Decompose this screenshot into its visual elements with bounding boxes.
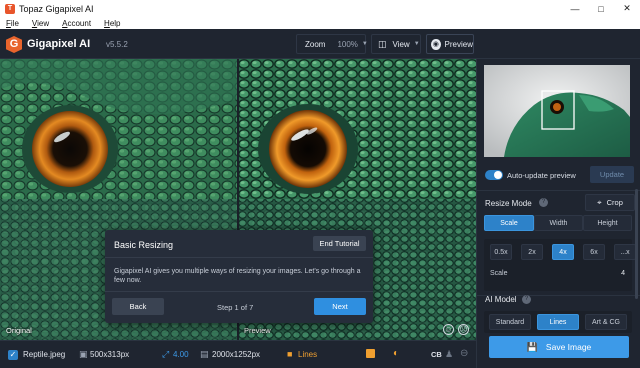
- auto-update-toggle[interactable]: [485, 170, 503, 180]
- tab-height[interactable]: Height: [583, 215, 632, 231]
- status-bar: ✓ Reptile.jpeg ▣ 500x313px ⤢ 4.00 ▤ 2000…: [0, 340, 476, 368]
- scale-option-0-5x[interactable]: 0.5x: [490, 244, 512, 260]
- file-name: Reptile.jpeg: [23, 350, 66, 359]
- scale-icon: ⤢: [162, 349, 170, 359]
- file-checkbox[interactable]: ✓: [8, 350, 18, 360]
- gigapixel-logo-icon: G: [6, 36, 22, 53]
- output-size-icon: ▤: [200, 349, 209, 359]
- view-label: View: [392, 39, 410, 49]
- maximize-button[interactable]: □: [588, 4, 614, 14]
- menu-file[interactable]: File: [6, 19, 19, 28]
- image-viewer[interactable]: Original Preview ☺ ☹ Basic Resizing End …: [0, 59, 476, 340]
- toolbar: G Gigapixel AI v5.5.2 Zoom 100% ▼ ◫ View…: [0, 29, 640, 59]
- divider: [105, 257, 373, 258]
- menu-view[interactable]: View: [32, 19, 49, 28]
- chevron-down-icon: ▼: [413, 41, 420, 47]
- view-button[interactable]: ◫ View ▼: [371, 34, 421, 54]
- scale-label: Scale: [490, 270, 508, 277]
- zoom-label: Zoom: [305, 39, 326, 49]
- scale-value: 4.00: [173, 350, 189, 359]
- sidebar: Auto-update preview Update Resize Mode ?…: [476, 59, 640, 368]
- model-options: Standard Lines Art & CG: [484, 311, 632, 333]
- step-indicator: Step 1 of 7: [217, 303, 254, 312]
- original-label: Original: [6, 326, 32, 335]
- preview-label: Preview: [244, 326, 271, 335]
- window-title: Topaz Gigapixel AI: [19, 3, 94, 14]
- tab-width[interactable]: Width: [534, 215, 583, 231]
- app-name: Gigapixel AI: [27, 38, 91, 50]
- save-label: Save Image: [545, 342, 592, 352]
- zoom-control[interactable]: Zoom 100% ▼: [296, 34, 368, 54]
- scale-option-custom[interactable]: ...x: [614, 244, 636, 260]
- thumbs-up-face-icon[interactable]: ☺: [443, 324, 454, 335]
- help-icon[interactable]: ?: [522, 295, 531, 304]
- output-size: 2000x1252px: [212, 350, 261, 359]
- source-size: 500x313px: [90, 350, 130, 359]
- remove-icon[interactable]: ⊖: [460, 348, 468, 359]
- title-bar: T Topaz Gigapixel AI — □ ✕: [0, 0, 640, 17]
- preview-label: Preview: [444, 39, 473, 49]
- tab-scale[interactable]: Scale: [484, 215, 534, 231]
- split-view-icon: ◫: [378, 38, 387, 49]
- preview-toggle[interactable]: ◉ Preview: [426, 34, 474, 54]
- crop-button[interactable]: ⌖ Crop: [585, 194, 635, 211]
- chevron-down-icon: ▼: [361, 41, 368, 47]
- face-icon: ◐: [393, 348, 400, 359]
- divider: [477, 190, 640, 191]
- model-lines[interactable]: Lines: [537, 314, 579, 330]
- navigator-thumbnail[interactable]: [484, 65, 630, 157]
- save-icon: 💾: [526, 341, 538, 352]
- menu-account[interactable]: Account: [62, 19, 91, 28]
- close-button[interactable]: ✕: [614, 3, 640, 14]
- menu-bar: File View Account Help: [0, 17, 640, 29]
- update-button[interactable]: Update: [590, 166, 634, 183]
- thumbs-down-face-icon[interactable]: ☹: [458, 324, 469, 335]
- menu-help[interactable]: Help: [104, 19, 120, 28]
- model-icon: ■: [287, 349, 293, 359]
- cb-label: CB: [431, 350, 442, 359]
- save-image-button[interactable]: 💾 Save Image: [489, 336, 629, 358]
- scale-option-4x[interactable]: 4x: [552, 244, 574, 260]
- model-standard[interactable]: Standard: [489, 314, 531, 330]
- auto-update-label: Auto-update preview: [507, 171, 576, 180]
- thumbnail-image: [484, 65, 630, 157]
- sidebar-scrollbar[interactable]: [635, 189, 638, 299]
- resize-mode-label: Resize Mode: [485, 199, 532, 208]
- scale-input[interactable]: 4: [621, 270, 625, 277]
- end-tutorial-button[interactable]: End Tutorial: [313, 236, 366, 251]
- person-icon: ♟: [445, 349, 454, 359]
- crop-icon: ⌖: [597, 197, 602, 207]
- ai-model-label: AI Model: [485, 295, 517, 304]
- model-name: Lines: [298, 350, 318, 359]
- next-button[interactable]: Next: [314, 298, 366, 315]
- tutorial-body: Gigapixel AI gives you multiple ways of …: [114, 268, 361, 284]
- crop-label: Crop: [606, 198, 623, 207]
- zoom-value: 100%: [337, 39, 358, 49]
- scale-option-6x[interactable]: 6x: [583, 244, 605, 260]
- divider: [105, 291, 373, 292]
- image-size-icon: ▣: [79, 349, 88, 359]
- app-icon: T: [5, 3, 15, 14]
- scale-options: 0.5x 2x 4x 6x ...x: [490, 244, 636, 260]
- scale-panel: 0.5x 2x 4x 6x ...x Scale 4: [484, 239, 636, 291]
- help-icon[interactable]: ?: [539, 198, 548, 207]
- back-button[interactable]: Back: [112, 298, 164, 315]
- resize-tabs: Scale Width Height: [484, 215, 632, 231]
- eye-icon: ◉: [431, 38, 441, 50]
- minimize-button[interactable]: —: [562, 4, 588, 14]
- tutorial-dialog: Basic Resizing End Tutorial Gigapixel AI…: [105, 230, 373, 323]
- app-version: v5.5.2: [106, 40, 128, 49]
- scale-option-2x[interactable]: 2x: [521, 244, 543, 260]
- model-art-cg[interactable]: Art & CG: [585, 314, 627, 330]
- tutorial-title: Basic Resizing: [114, 240, 174, 250]
- image-icon: [366, 349, 375, 358]
